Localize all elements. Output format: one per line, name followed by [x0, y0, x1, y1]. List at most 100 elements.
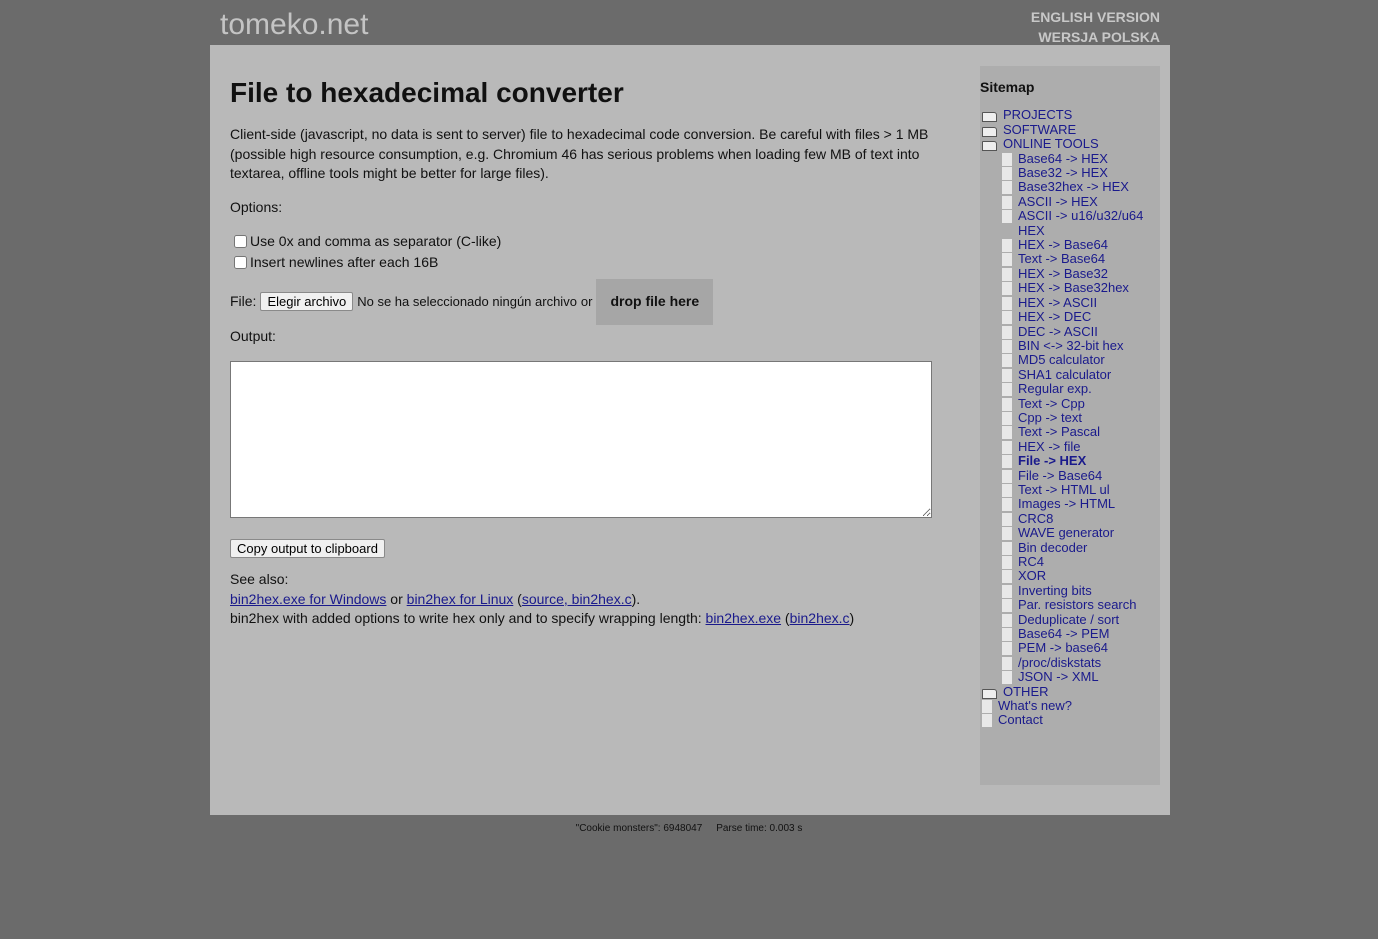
sitemap-item[interactable]: Inverting bits	[980, 583, 1160, 598]
sitemap-item[interactable]: BIN <-> 32-bit hex	[980, 338, 1160, 353]
sitemap-item[interactable]: RC4	[980, 554, 1160, 569]
sitemap-item-label: PROJECTS	[1003, 107, 1073, 123]
newlines-checkbox[interactable]	[234, 256, 247, 269]
sitemap-item[interactable]: ASCII -> HEX	[980, 193, 1160, 209]
header: tomeko.net ENGLISH VERSION WERSJA POLSKA	[210, 0, 1170, 45]
footer: "Cookie monsters": 6948047 Parse time: 0…	[0, 823, 1378, 834]
bin2hex-c-link[interactable]: bin2hex.c	[790, 610, 850, 626]
sitemap-item[interactable]: Images -> HTML	[980, 496, 1160, 512]
sitemap-item-label: Images -> HTML	[1018, 496, 1116, 512]
file-icon	[1002, 570, 1012, 584]
file-icon	[1002, 195, 1012, 209]
drop-zone[interactable]: drop file here	[596, 279, 714, 325]
sitemap-item[interactable]: CRC8	[980, 511, 1160, 526]
bin2hex-linux-link[interactable]: bin2hex for Linux	[407, 591, 514, 607]
sitemap-item-label: Text -> Cpp	[1018, 395, 1085, 411]
bin2hex-windows-link[interactable]: bin2hex.exe for Windows	[230, 591, 386, 607]
sitemap-item[interactable]: OTHER	[980, 683, 1160, 699]
sitemap-item[interactable]: Base64 -> HEX	[980, 151, 1160, 166]
file-icon	[1002, 642, 1012, 656]
sitemap-item-label: Base32hex -> HEX	[1018, 179, 1129, 195]
sitemap-item[interactable]: WAVE generator	[980, 525, 1160, 541]
output-textarea[interactable]	[230, 361, 932, 518]
c-like-checkbox[interactable]	[234, 235, 247, 248]
sitemap-item-label: /proc/diskstats	[1018, 654, 1102, 670]
file-icon	[1002, 210, 1012, 224]
sitemap-item-label: ONLINE TOOLS	[1003, 136, 1099, 152]
sitemap-item[interactable]: Base64 -> PEM	[980, 626, 1160, 642]
choose-file-button[interactable]: Elegir archivo	[260, 292, 354, 312]
sitemap-item[interactable]: Base32hex -> HEX	[980, 179, 1160, 195]
file-icon	[1002, 469, 1012, 483]
sitemap-item-label: WAVE generator	[1018, 525, 1115, 541]
sitemap-tree: PROJECTS SOFTWARE ONLINE TOOLS Base64 -> HE…	[980, 107, 1160, 728]
sitemap-item[interactable]: Text -> Cpp	[980, 395, 1160, 411]
newlines-option[interactable]: Insert newlines after each 16B	[230, 252, 930, 273]
sitemap-item[interactable]: Regular exp.	[980, 381, 1160, 397]
source-link[interactable]: source, bin2hex.c	[522, 591, 632, 607]
sitemap-item[interactable]: HEX -> Base64	[980, 237, 1160, 253]
sitemap-item[interactable]: Cpp -> text	[980, 410, 1160, 425]
file-icon	[1002, 383, 1012, 397]
english-version-link[interactable]: ENGLISH VERSION	[1031, 7, 1160, 27]
page-title: File to hexadecimal converter	[230, 77, 624, 108]
sitemap-item[interactable]: Base32 -> HEX	[980, 165, 1160, 181]
sitemap-item[interactable]: Text -> Pascal	[980, 424, 1160, 440]
file-icon	[1002, 253, 1012, 267]
file-icon	[1002, 167, 1012, 181]
sitemap-item[interactable]: JSON -> XML	[980, 669, 1160, 685]
c-like-option[interactable]: Use 0x and comma as separator (C-like)	[230, 231, 930, 252]
sitemap-item-label: HEX -> ASCII	[1018, 294, 1098, 310]
copy-output-button[interactable]: Copy output to clipboard	[230, 538, 385, 558]
sitemap-item[interactable]: SHA1 calculator	[980, 367, 1160, 382]
sitemap-item-label: Contact	[998, 712, 1043, 728]
sitemap-item[interactable]: PEM -> base64	[980, 641, 1160, 656]
sitemap-item[interactable]: File -> Base64	[980, 468, 1160, 483]
sitemap-item[interactable]: File -> HEX	[980, 453, 1160, 469]
sitemap-item[interactable]: /proc/diskstats	[980, 654, 1160, 670]
sitemap-item-label: JSON -> XML	[1018, 669, 1099, 685]
sitemap-item[interactable]: SOFTWARE	[980, 122, 1160, 137]
file-icon	[1002, 541, 1012, 555]
cookie-counter: "Cookie monsters": 6948047	[575, 823, 703, 834]
sitemap-item[interactable]: Text -> Base64	[980, 252, 1160, 267]
sitemap-item[interactable]: Contact	[980, 712, 1160, 728]
file-icon	[1002, 181, 1012, 195]
sitemap-item[interactable]: ONLINE TOOLS	[980, 136, 1160, 152]
sitemap-item[interactable]: PROJECTS	[980, 107, 1160, 123]
sitemap-item[interactable]: HEX -> Base32hex	[980, 280, 1160, 296]
sitemap-item-label: Text -> HTML ul	[1018, 481, 1110, 497]
sitemap-item[interactable]: MD5 calculator	[980, 352, 1160, 368]
sitemap-item[interactable]: HEX -> ASCII	[980, 294, 1160, 310]
file-icon	[1002, 282, 1012, 296]
sitemap-item[interactable]: HEX -> Base32	[980, 265, 1160, 281]
bin2hex-options-text: bin2hex with added options to write hex …	[230, 610, 706, 626]
sitemap-item-label: HEX -> Base32	[1018, 265, 1108, 281]
file-icon	[1002, 411, 1012, 425]
bin2hex-exe-link[interactable]: bin2hex.exe	[706, 610, 782, 626]
site-logo[interactable]: tomeko.net	[220, 8, 368, 42]
sitemap-item[interactable]: Par. resistors search	[980, 597, 1160, 613]
sitemap-item-label: HEX -> Base32hex	[1018, 280, 1129, 296]
sitemap-item-label: HEX -> Base64	[1018, 237, 1108, 253]
sitemap-item[interactable]: Text -> HTML ul	[980, 481, 1160, 497]
file-icon	[1002, 354, 1012, 368]
sitemap-item[interactable]: DEC -> ASCII	[980, 324, 1160, 339]
sitemap-item[interactable]: What's new?	[980, 698, 1160, 714]
sitemap-item-label: OTHER	[1003, 683, 1049, 699]
file-icon	[982, 700, 992, 714]
sitemap-item-label: ASCII -> HEX	[1018, 193, 1098, 209]
file-icon	[1002, 556, 1012, 569]
file-icon	[1002, 584, 1012, 598]
file-icon	[1002, 239, 1012, 253]
sitemap-item[interactable]: Bin decoder	[980, 540, 1160, 555]
sitemap-item[interactable]: XOR	[980, 568, 1160, 584]
sitemap-item[interactable]: ASCII -> u16/u32/u64 HEX	[980, 209, 1160, 238]
file-icon	[1002, 296, 1012, 310]
sitemap-item[interactable]: Deduplicate / sort	[980, 612, 1160, 627]
sitemap-item[interactable]: HEX -> DEC	[980, 309, 1160, 325]
sitemap-item[interactable]: HEX -> file	[980, 439, 1160, 454]
polish-version-link[interactable]: WERSJA POLSKA	[1031, 27, 1160, 47]
sitemap-item-label: Regular exp.	[1018, 381, 1092, 397]
sitemap-item-label: Par. resistors search	[1018, 597, 1137, 613]
